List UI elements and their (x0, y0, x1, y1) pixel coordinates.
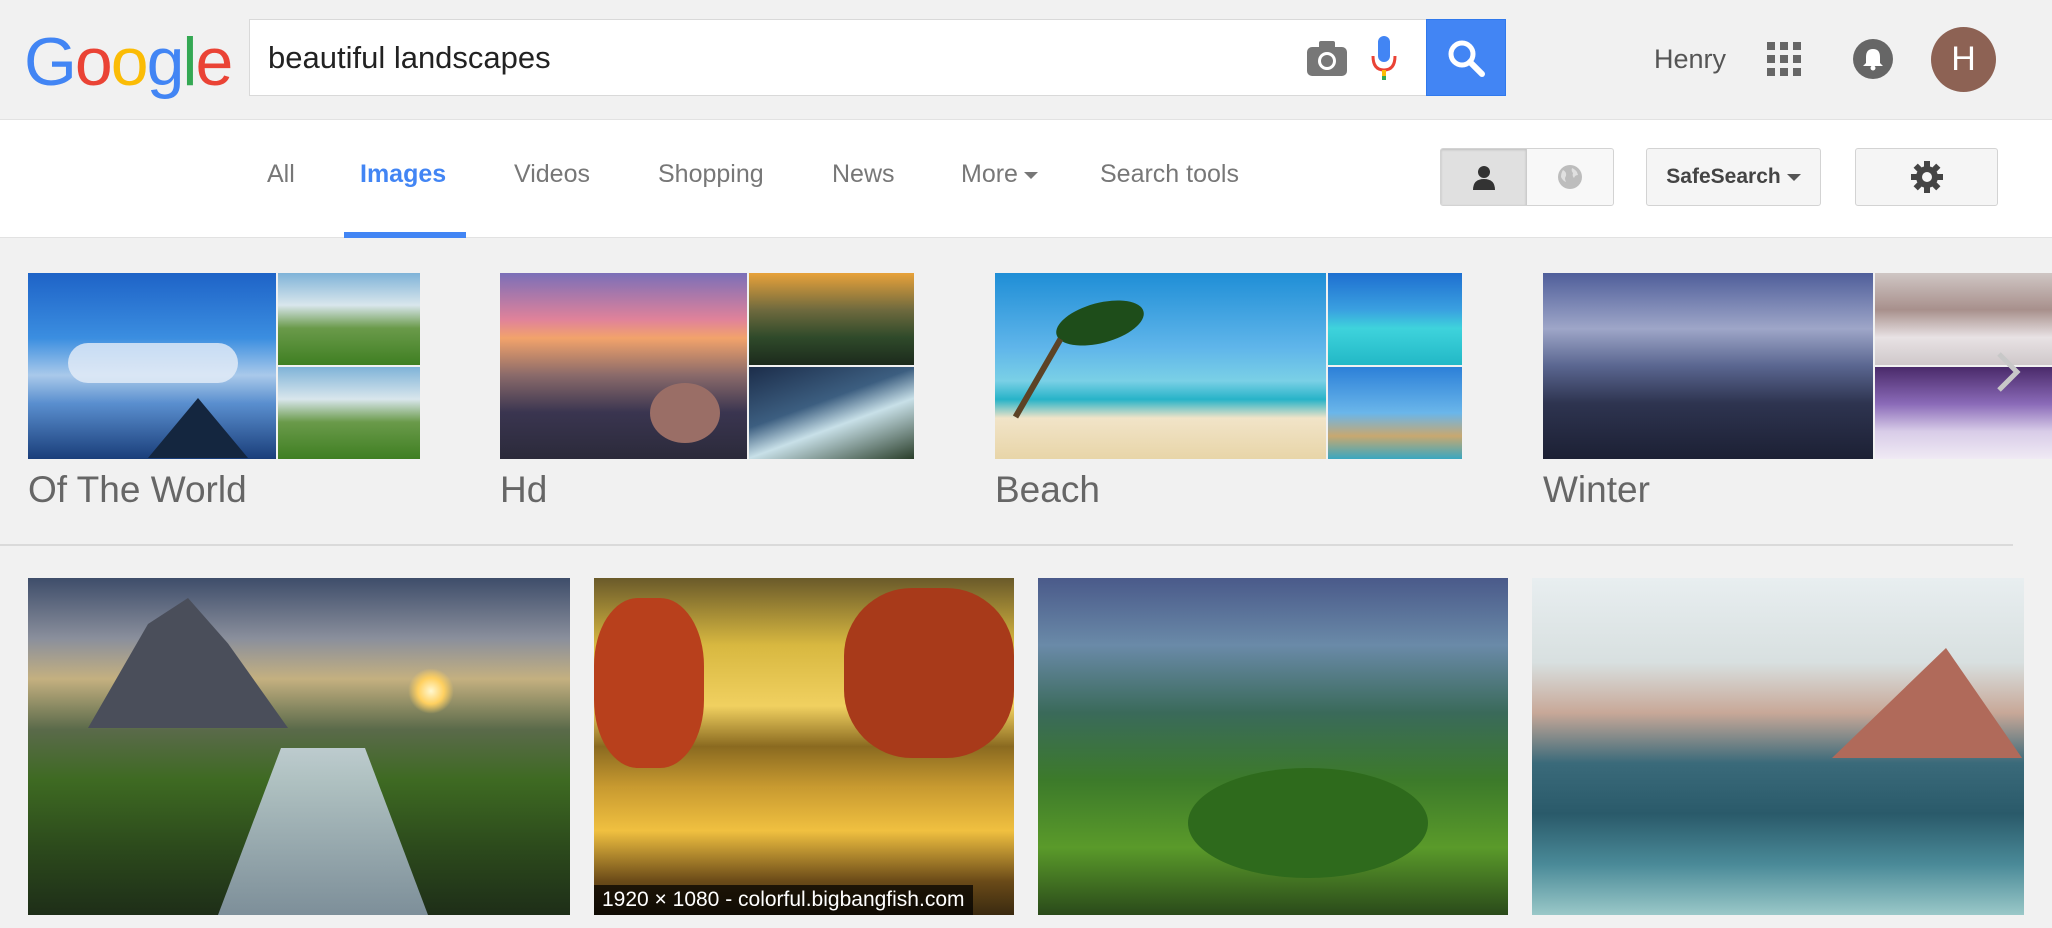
image-result[interactable] (1532, 578, 2024, 915)
thumbnail-image (1328, 367, 1462, 459)
section-divider (0, 544, 2013, 546)
hide-personal-results-button[interactable] (1527, 149, 1613, 205)
cloud-shape (68, 343, 238, 383)
image-result[interactable]: 1920 × 1080 - colorful.bigbangfish.com (594, 578, 1014, 915)
search-icon (1448, 40, 1485, 77)
chevron-down-icon (1023, 171, 1038, 179)
search-nav-bar: All Images Videos Shopping News More Sea… (0, 120, 2052, 238)
top-header: Google Henry (0, 0, 2052, 120)
gear-icon (1910, 161, 1943, 193)
trees-right (844, 588, 1014, 758)
related-thumbnails (1543, 273, 2052, 459)
thumbnail-image (995, 273, 1326, 459)
tab-shopping[interactable]: Shopping (658, 160, 764, 189)
logo-letter-g2: g (146, 24, 185, 100)
palm-leaves (1051, 292, 1149, 354)
search-box (249, 19, 1427, 96)
related-search-label: Beach (995, 469, 1100, 510)
image-caption: 1920 × 1080 - colorful.bigbangfish.com (594, 885, 973, 915)
personal-results-toggle (1440, 148, 1614, 206)
tab-search-tools[interactable]: Search tools (1100, 160, 1239, 189)
mountain-shape (1832, 648, 2022, 758)
image-result[interactable] (28, 578, 570, 915)
tab-more-label: More (961, 160, 1018, 188)
thumbnail-image (500, 273, 747, 459)
search-button[interactable] (1426, 19, 1506, 96)
thumbnail-image (1328, 273, 1462, 365)
related-search-label: Winter (1543, 469, 1650, 510)
chevron-down-icon (1786, 173, 1801, 181)
related-thumbnails (500, 273, 914, 459)
sun-shape (408, 668, 454, 714)
island-shape (1188, 768, 1428, 878)
thumbnail-image (749, 367, 914, 459)
settings-button[interactable] (1855, 148, 1998, 206)
logo-letter-o1: o (74, 24, 113, 100)
safesearch-dropdown[interactable]: SafeSearch (1646, 148, 1821, 206)
related-search-label: Hd (500, 469, 548, 510)
globe-icon (1558, 165, 1582, 189)
thumbnail-image (1543, 273, 1873, 459)
related-thumbnails (28, 273, 420, 459)
rock-shape (650, 383, 720, 443)
personal-results-button[interactable] (1441, 149, 1527, 205)
palm-trunk (1012, 337, 1064, 419)
tab-videos[interactable]: Videos (514, 160, 590, 189)
related-search-label: Of The World (28, 469, 247, 510)
microphone-icon[interactable] (1369, 34, 1399, 82)
tab-images[interactable]: Images (360, 160, 446, 189)
logo-letter-l: l (182, 24, 197, 100)
user-name[interactable]: Henry (1654, 44, 1726, 75)
camera-icon[interactable] (1306, 39, 1348, 77)
chevron-right-icon[interactable] (1993, 350, 2023, 394)
related-search-card[interactable]: Of The World (28, 273, 420, 510)
thumbnail-image (278, 367, 420, 459)
thumbnail-image (278, 273, 420, 365)
tab-news[interactable]: News (832, 160, 895, 189)
thumbnail-image (1875, 367, 2052, 459)
thumbnail-image (28, 273, 276, 459)
related-thumbnails (995, 273, 1462, 459)
tab-more[interactable]: More (961, 160, 1038, 189)
logo-letter-g: G (24, 24, 77, 100)
bell-glyph (1863, 49, 1883, 71)
thumbnail-image (1875, 273, 2052, 365)
waterfall-shape (218, 748, 428, 915)
logo-letter-o2: o (110, 24, 149, 100)
pier-shape (148, 398, 248, 458)
person-icon (1472, 166, 1495, 190)
tab-all[interactable]: All (267, 160, 295, 189)
related-searches-strip: Of The World Hd Beach Winter (0, 238, 2052, 544)
trees-left (594, 598, 704, 768)
related-search-card[interactable]: Beach (995, 273, 1462, 510)
image-result[interactable] (1038, 578, 1508, 915)
related-search-card[interactable]: Hd (500, 273, 914, 510)
safesearch-label: SafeSearch (1666, 165, 1781, 188)
avatar[interactable]: H (1931, 27, 1996, 92)
google-logo[interactable]: Google (24, 22, 234, 102)
mountain-shape (88, 598, 288, 728)
apps-grid-icon[interactable] (1767, 42, 1801, 76)
notifications-bell-icon[interactable] (1853, 39, 1893, 79)
logo-letter-e: e (195, 24, 234, 100)
related-search-card[interactable]: Winter (1543, 273, 2052, 510)
search-input[interactable] (268, 20, 1248, 95)
thumbnail-image (749, 273, 914, 365)
